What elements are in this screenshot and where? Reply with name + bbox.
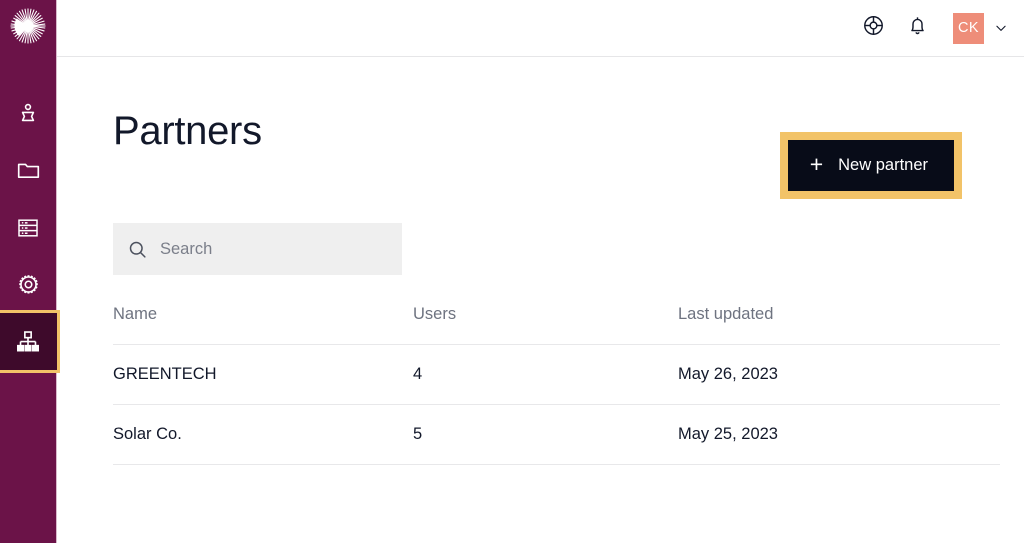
sidebar-item-partners[interactable]: [0, 313, 57, 370]
bell-icon: [906, 14, 929, 42]
starburst-logo-icon: [9, 7, 47, 50]
table-header-row: Name Users Last updated: [113, 305, 1000, 345]
sidebar-item-settings[interactable]: [0, 256, 57, 313]
search-input[interactable]: [160, 223, 388, 275]
sidebar: [0, 0, 57, 543]
column-header-users[interactable]: Users: [413, 305, 678, 345]
main-area: CK Partners + New partner Search Name Us…: [57, 0, 1024, 543]
lifebuoy-icon: [862, 14, 885, 42]
table-row[interactable]: Solar Co. 5 May 25, 2023: [113, 404, 1000, 465]
sidebar-item-catalogs[interactable]: [0, 142, 57, 199]
cell-users: 5: [413, 404, 678, 465]
partners-table: Name Users Last updated GREENTECH 4 May …: [113, 305, 1000, 465]
sidebar-item-users[interactable]: [0, 85, 57, 142]
table-row[interactable]: GREENTECH 4 May 26, 2023: [113, 344, 1000, 405]
cell-last-updated: May 26, 2023: [678, 344, 1000, 405]
plus-icon: +: [809, 151, 824, 177]
user-icon: [16, 102, 40, 126]
cell-name: GREENTECH: [113, 344, 413, 405]
search-icon: [127, 239, 148, 260]
chevron-down-icon[interactable]: [994, 21, 1008, 35]
table-body: GREENTECH 4 May 26, 2023 Solar Co. 5 May…: [113, 344, 1000, 465]
table-header: Name Users Last updated: [113, 305, 1000, 345]
gear-icon: [16, 272, 41, 297]
user-menu[interactable]: CK: [953, 12, 1010, 44]
org-chart-icon: [15, 329, 41, 355]
avatar[interactable]: CK: [953, 12, 984, 44]
column-header-last-updated[interactable]: Last updated: [678, 305, 1000, 345]
cell-users: 4: [413, 344, 678, 405]
cell-name: Solar Co.: [113, 404, 413, 465]
page-title: Partners: [113, 109, 262, 153]
new-partner-button[interactable]: + New partner: [787, 140, 954, 191]
notifications-button[interactable]: [895, 6, 939, 50]
topbar: CK: [57, 0, 1024, 57]
new-partner-label: New partner: [838, 156, 928, 175]
new-partner-focus-ring: + New partner: [779, 132, 962, 199]
database-icon: [16, 216, 40, 240]
app-root: CK Partners + New partner Search Name Us…: [0, 0, 1024, 543]
search-field[interactable]: [113, 223, 402, 275]
cell-last-updated: May 25, 2023: [678, 404, 1000, 465]
page-header: Partners + New partner: [113, 57, 1000, 199]
column-header-name[interactable]: Name: [113, 305, 413, 345]
sidebar-item-data[interactable]: [0, 199, 57, 256]
help-button[interactable]: [851, 6, 895, 50]
content-area: Partners + New partner Search Name Users…: [57, 57, 1024, 543]
folder-icon: [16, 158, 41, 183]
sidebar-logo[interactable]: [0, 0, 57, 57]
